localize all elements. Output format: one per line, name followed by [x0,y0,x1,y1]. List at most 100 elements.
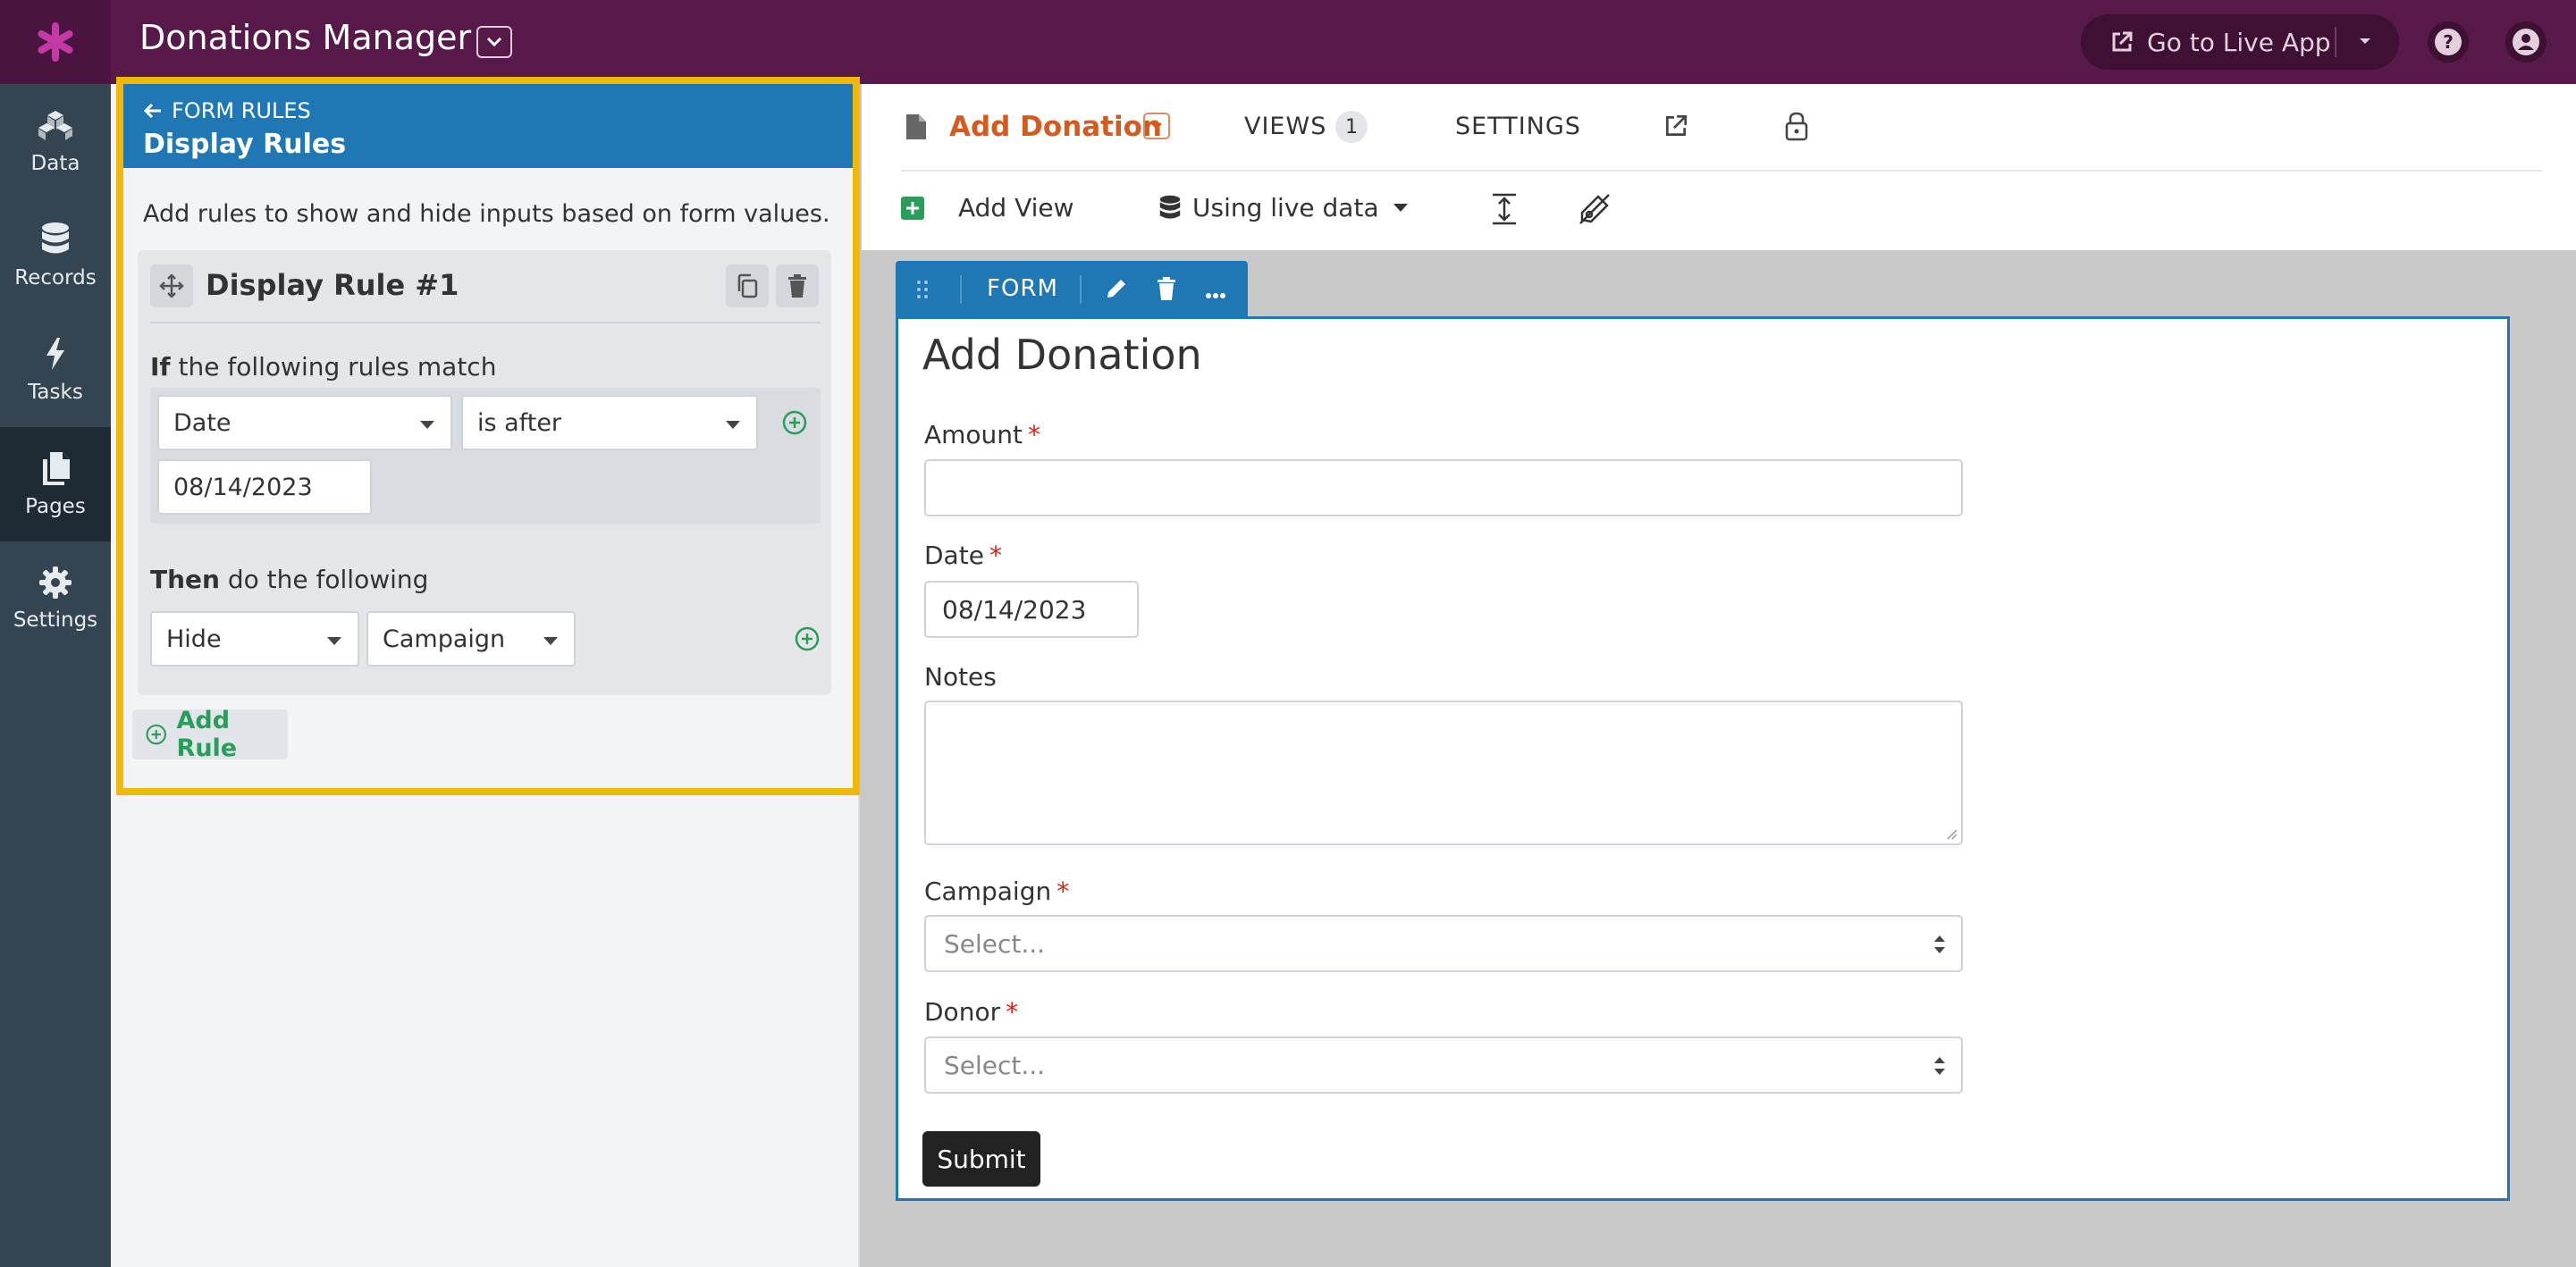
caret-down-icon [726,421,740,429]
date-input[interactable]: 08/14/2023 [924,581,1139,638]
duplicate-rule-button[interactable] [726,264,769,307]
sort-arrows-icon [1932,1054,1947,1084]
nav-item-data[interactable]: Data [0,84,111,198]
donor-select[interactable]: Select... [924,1036,1963,1094]
campaign-label-text: Campaign [924,877,1052,906]
add-view-label: Add View [958,193,1074,222]
condition-value-input[interactable]: 08/14/2023 [157,459,372,515]
page-name[interactable]: Add Donation [949,111,1162,143]
tab-views[interactable]: VIEWS [1244,113,1326,140]
nav-label: Tasks [28,381,83,404]
action-target-select[interactable]: Campaign [366,611,576,667]
tab-settings[interactable]: SETTINGS [1455,113,1581,140]
chevron-down-icon [1151,122,1162,130]
plus-square-icon [901,196,924,220]
app-menu-button[interactable] [476,26,512,58]
document-icon [905,113,928,145]
amount-input[interactable] [924,459,1963,516]
gear-icon [39,566,72,599]
rules-description: Add rules to show and hide inputs based … [143,200,830,228]
caret-down-icon [420,421,434,429]
go-to-live-app-button[interactable]: Go to Live App [2081,14,2399,70]
page-menu-button[interactable] [1143,113,1170,139]
data-icon [38,111,72,140]
plus-circle-icon [146,724,167,745]
expand-vertical-icon[interactable] [1491,193,1518,229]
database-icon [42,222,69,254]
condition-field-select[interactable]: Date [157,395,452,450]
notes-textarea[interactable] [924,701,1963,845]
notes-label: Notes [924,662,997,692]
panel-title: Display Rules [143,129,347,160]
action-select[interactable]: Hide [150,611,359,667]
trash-icon[interactable] [1157,277,1176,304]
user-avatar-icon[interactable] [2503,19,2549,69]
condition-operator-select[interactable]: is after [461,395,758,450]
submit-button[interactable]: Submit [922,1131,1040,1187]
chevron-down-icon [486,37,502,47]
action-value: Hide [166,625,222,653]
date-label-text: Date [924,541,984,570]
back-link-label: FORM RULES [172,98,311,123]
data-source-label: Using live data [1192,193,1379,222]
arrow-left-icon [143,103,161,119]
campaign-select[interactable]: Select... [924,915,1963,972]
divider [150,322,821,323]
rule-name: Display Rule #1 [206,268,459,302]
action-target-value: Campaign [383,625,506,653]
back-to-form-rules-link[interactable]: FORM RULES [143,98,311,123]
add-action-icon[interactable] [794,625,821,656]
drag-handle-icon[interactable] [915,279,930,304]
more-options-icon[interactable] [1205,286,1226,303]
copy-icon [737,273,758,298]
required-marker: * [1006,997,1019,1027]
left-nav: Data Records Tasks Pages Settings [0,84,111,1267]
views-count-badge: 1 [1335,111,1368,143]
app-logo[interactable] [0,0,111,84]
required-marker: * [989,541,1002,570]
nav-item-pages[interactable]: Pages [0,427,111,541]
external-link-icon[interactable] [1663,113,1689,143]
pages-icon [43,452,70,485]
lock-icon[interactable] [1784,111,1809,145]
then-clause-text: do the following [219,565,429,594]
condition-operator-value: is after [477,408,562,437]
nav-label: Settings [13,608,98,632]
asterisk-logo-icon [38,22,73,62]
required-marker: * [1028,420,1041,449]
live-app-dropdown-icon[interactable] [2358,34,2372,52]
add-view-button[interactable]: Add View [901,193,1074,222]
condition-field-value: Date [173,408,232,437]
nav-label: Data [30,152,80,175]
data-source-dropdown[interactable]: Using live data [1158,193,1408,222]
then-clause-label: Then do the following [150,565,428,594]
amount-label-text: Amount [924,420,1023,449]
move-icon [159,273,184,298]
amount-label: Amount * [924,420,1040,449]
edit-pencil-icon[interactable] [1105,277,1128,304]
nav-item-settings[interactable]: Settings [0,541,111,656]
svg-text:?: ? [2443,31,2454,53]
if-clause-text: the following rules match [170,352,497,382]
add-rule-label: Add Rule [176,707,238,762]
add-condition-icon[interactable] [781,409,808,440]
form-view-toolbar: FORM [896,261,1248,318]
add-rule-button[interactable]: Add Rule [132,707,288,762]
sort-arrows-icon [1932,933,1947,962]
caret-down-icon [1393,204,1408,212]
drag-handle[interactable] [150,264,193,307]
display-rules-panel: FORM RULES Display Rules Add rules to sh… [116,77,860,795]
resize-handle-icon [1947,829,1957,840]
external-link-icon [2109,29,2134,55]
nav-item-records[interactable]: Records [0,198,111,313]
nav-item-tasks[interactable]: Tasks [0,313,111,427]
donor-placeholder: Select... [944,1050,1046,1080]
page-header [862,84,2576,250]
help-icon[interactable]: ? [2425,19,2471,69]
caret-down-icon [543,637,558,645]
design-off-icon[interactable] [1578,193,1611,229]
divider [960,275,962,304]
delete-rule-button[interactable] [776,264,819,307]
if-clause-label: If the following rules match [150,352,496,382]
campaign-label: Campaign * [924,877,1069,906]
